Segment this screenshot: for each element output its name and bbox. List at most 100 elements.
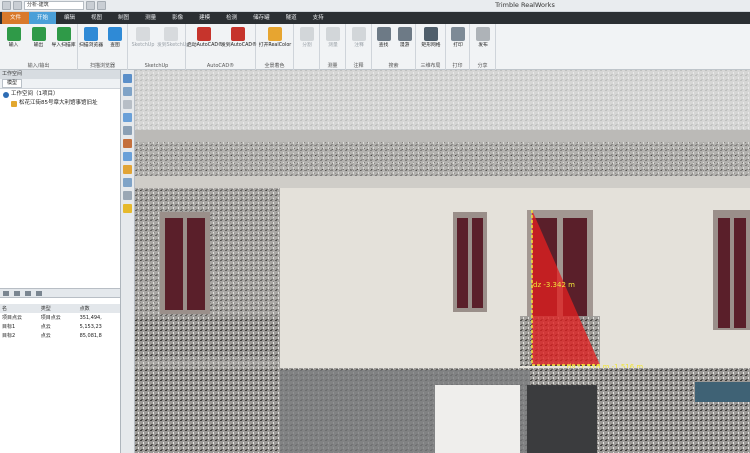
ribbon-group-label: 搜索 — [388, 63, 399, 69]
tab-4[interactable]: 制图 — [110, 12, 137, 24]
ribbon-button-10-0[interactable]: 打印 — [447, 27, 469, 57]
tab-3[interactable]: 视图 — [83, 12, 110, 24]
ribbon-button-label: 输入 — [8, 43, 19, 48]
ribbon-icon-8-0-icon — [376, 27, 391, 41]
ribbon-button-4-0[interactable]: 打开RealColor — [257, 27, 293, 57]
ribbon-button-6-0[interactable]: 测量 — [321, 27, 345, 57]
project-icon — [11, 100, 17, 107]
doorway — [527, 385, 597, 453]
ribbon-button-1-0[interactable]: 扫描浏览器 — [79, 27, 103, 57]
ribbon-button-3-0[interactable]: 启动AutoCAD® — [187, 27, 223, 57]
view-tool-3-icon[interactable] — [123, 113, 132, 122]
ribbon-icon-3-1-icon — [231, 27, 245, 41]
ribbon: 输入 输出 导入扫描库 输入/输出 扫描浏览器 查图 扫描浏览器 SketchUp 发到Sket… — [0, 24, 750, 70]
project-tree: 工作空间（1项目） 松花江街85号章大利馆事馆旧址 — [0, 89, 120, 109]
table-row[interactable]: 目标2 点云 85,081,8 — [0, 331, 120, 340]
props-table: 名 类型 点数 项目点云 项目点云 351,494, 目标1 点云 5,153,23 目标2… — [0, 304, 120, 340]
ribbon-button-2-1[interactable]: 发到SketchUp — [157, 27, 189, 57]
ribbon-icon-11-0-icon — [476, 27, 490, 41]
ribbon-button-7-0[interactable]: 注释 — [347, 27, 371, 57]
cell-count: 85,081,8 — [79, 332, 102, 339]
view-tool-10-icon[interactable] — [123, 204, 132, 213]
tab-1[interactable]: 开始 — [29, 12, 57, 24]
tab-2[interactable]: 编辑 — [56, 12, 83, 24]
col-name[interactable]: 名 — [0, 304, 39, 313]
view-tool-1-icon[interactable] — [123, 87, 132, 96]
project-pane-header: 工作空间 — [0, 70, 120, 79]
ribbon-group-0: 输入 输出 导入扫描库 输入/输出 — [0, 24, 78, 70]
frieze — [135, 142, 750, 176]
tree-item-workspace[interactable]: 工作空间（1项目） — [3, 90, 117, 99]
ribbon-icon-1-0-icon — [84, 27, 98, 41]
3d-viewport[interactable]: dz -3.342 m dy -1.516 m -1.516 m — [135, 70, 750, 453]
string-course — [135, 176, 750, 188]
col-count[interactable]: 点数 — [77, 304, 120, 313]
tab-6[interactable]: 影像 — [164, 12, 191, 24]
ribbon-button-label: 启动AutoCAD® — [187, 43, 223, 48]
ribbon-button-label: 查图 — [110, 43, 120, 48]
ribbon-group-label: 全景着色 — [264, 63, 285, 69]
ribbon-icon-8-1-icon — [397, 27, 412, 41]
ribbon-button-2-0[interactable]: SketchUp — [129, 27, 157, 57]
measure-dz-label: dz -3.342 m — [533, 281, 575, 289]
ribbon-button-label: SketchUp — [131, 43, 155, 48]
tab-9[interactable]: 储存罐 — [245, 12, 278, 24]
facade-wall — [280, 188, 750, 368]
view-tool-5-icon[interactable] — [123, 139, 132, 148]
tab-8[interactable]: 检测 — [218, 12, 245, 24]
window-left — [160, 212, 210, 314]
table-row[interactable]: 目标1 点云 5,153,23 — [0, 322, 120, 331]
view-tool-9-icon[interactable] — [123, 191, 132, 200]
ribbon-button-label: 查找 — [378, 43, 389, 48]
ribbon-group-label: 扫描浏览器 — [89, 63, 115, 69]
balcony-left — [135, 316, 280, 358]
ribbon-button-9-0[interactable]: 矩形网格 — [417, 27, 445, 57]
ribbon-button-3-1[interactable]: 发到AutoCAD® — [221, 27, 257, 57]
list-view-icon[interactable] — [36, 291, 42, 296]
ribbon-icon-0-1-icon — [31, 27, 46, 41]
tab-11[interactable]: 支持 — [305, 12, 332, 24]
folder-icon[interactable] — [3, 291, 9, 296]
tab-0[interactable]: 文件 — [2, 12, 30, 24]
window-right — [713, 210, 750, 330]
project-pane: 工作空间 模型 工作空间（1项目） 松花江街85号章大利馆事馆旧址 名 类型 点… — [0, 70, 121, 453]
up-icon[interactable] — [25, 291, 31, 296]
tab-5[interactable]: 测量 — [137, 12, 164, 24]
ribbon-button-label: 发到AutoCAD® — [221, 43, 257, 48]
copy-icon[interactable] — [14, 291, 20, 296]
tree-item-project[interactable]: 松花江街85号章大利馆事馆旧址 — [3, 99, 117, 108]
ribbon-icon-0-2-icon — [56, 27, 71, 41]
view-tool-0-icon[interactable] — [123, 74, 132, 83]
ribbon-icon-1-1-icon — [108, 27, 122, 41]
ribbon-button-0-2[interactable]: 导入扫描库 — [51, 27, 76, 57]
view-tool-4-icon[interactable] — [123, 126, 132, 135]
ribbon-button-label: 注释 — [354, 43, 364, 48]
tab-7[interactable]: 建模 — [191, 12, 218, 24]
ribbon-button-8-0[interactable]: 查找 — [373, 27, 394, 57]
ribbon-button-label: 打开RealColor — [258, 43, 292, 48]
view-tool-2-icon[interactable] — [123, 100, 132, 109]
tab-10[interactable]: 隧道 — [278, 12, 305, 24]
table-row[interactable]: 项目点云 项目点云 351,494, — [0, 313, 120, 322]
col-type[interactable]: 类型 — [38, 304, 78, 313]
view-tool-8-icon[interactable] — [123, 178, 132, 187]
ribbon-button-0-1[interactable]: 输出 — [26, 27, 51, 57]
tab-model[interactable]: 模型 — [2, 79, 23, 88]
cell-count: 5,153,23 — [79, 323, 102, 330]
ribbon-group-label: 输入/输出 — [27, 63, 50, 69]
vertical-toolbar — [121, 70, 135, 453]
point-cloud-view[interactable]: dz -3.342 m dy -1.516 m -1.516 m — [135, 70, 750, 453]
ribbon-button-5-0[interactable]: 分割 — [295, 27, 319, 57]
ribbon-tabs: 文件 开始 编辑 视图 制图 测量 影像 建模 检测 储存罐 隧道 支持 — [0, 12, 750, 24]
ribbon-button-1-1[interactable]: 查图 — [103, 27, 127, 57]
view-tool-7-icon[interactable] — [123, 165, 132, 174]
ribbon-button-8-1[interactable]: 漫游 — [394, 27, 415, 57]
view-tool-6-icon[interactable] — [123, 152, 132, 161]
ribbon-icon-3-0-icon — [197, 27, 211, 41]
ribbon-group-3: 启动AutoCAD® 发到AutoCAD® AutoCAD® — [186, 24, 257, 70]
ribbon-group-9: 矩形网格 三维布局 — [416, 24, 446, 70]
ribbon-button-11-0[interactable]: 发布 — [471, 27, 495, 57]
ribbon-icon-7-0-icon — [352, 27, 366, 41]
realworks-window: 分析-建筑 Trimble RealWorks 文件 开始 编辑 视图 制图 测量 影像 建模… — [0, 0, 750, 453]
ribbon-button-0-0[interactable]: 输入 — [1, 27, 26, 57]
